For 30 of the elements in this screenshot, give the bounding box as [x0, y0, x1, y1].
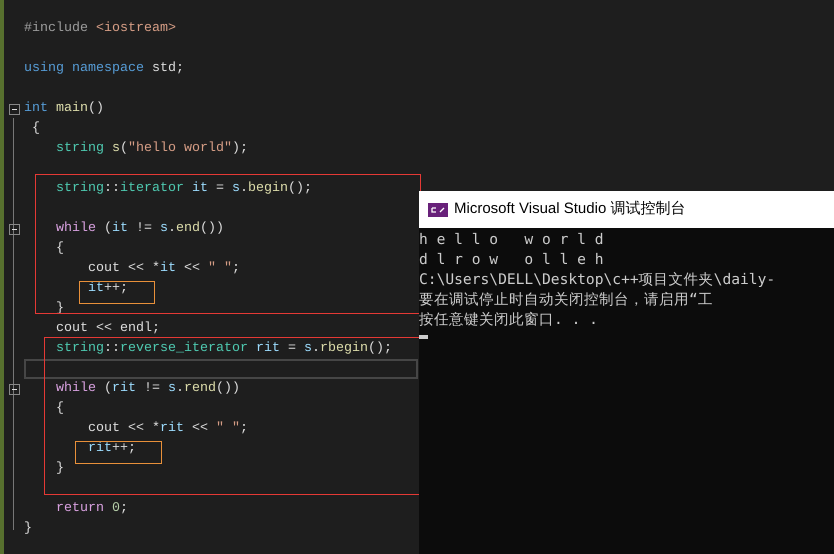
collapse-icon[interactable]: [8, 384, 20, 394]
code-line: return 0;: [56, 500, 128, 518]
console-output-line: 按任意键关闭此窗口. . .: [419, 310, 598, 330]
code-line: {: [32, 120, 40, 138]
code-line: cout << *rit << " ";: [88, 420, 248, 438]
console-app-icon: [428, 202, 448, 216]
console-output-line: 要在调试停止时自动关闭控制台，请启用“工: [419, 290, 713, 310]
code-line: while (it != s.end()): [56, 220, 224, 238]
code-line: rit++;: [88, 440, 136, 458]
console-output-line: C:\Users\DELL\Desktop\c++项目文件夹\daily-: [419, 270, 776, 290]
code-line: cout << endl;: [56, 320, 160, 338]
code-line: string s("hello world");: [56, 140, 248, 158]
code-line: using namespace std;: [24, 60, 184, 78]
code-line: it++;: [88, 280, 128, 298]
collapse-icon[interactable]: [8, 104, 20, 114]
console-output-line: h e l l o w o r l d: [419, 230, 604, 250]
window-title: Microsoft Visual Studio 调试控制台: [454, 199, 686, 220]
console-output-line: d l r o w o l l e h: [419, 250, 604, 270]
code-line: while (rit != s.rend()): [56, 380, 240, 398]
code-line: string::reverse_iterator rit = s.rbegin();: [56, 340, 392, 358]
code-line: string::iterator it = s.begin();: [56, 180, 312, 198]
code-line: cout << *it << " ";: [88, 260, 240, 278]
code-line: int main(): [24, 100, 104, 118]
code-line: {: [56, 240, 64, 258]
code-line: }: [24, 520, 32, 538]
code-line: }: [56, 460, 64, 478]
code-line: #include <iostream>: [24, 20, 176, 38]
collapse-icon[interactable]: [8, 224, 20, 234]
code-line: {: [56, 400, 64, 418]
cursor-icon: [419, 335, 428, 339]
